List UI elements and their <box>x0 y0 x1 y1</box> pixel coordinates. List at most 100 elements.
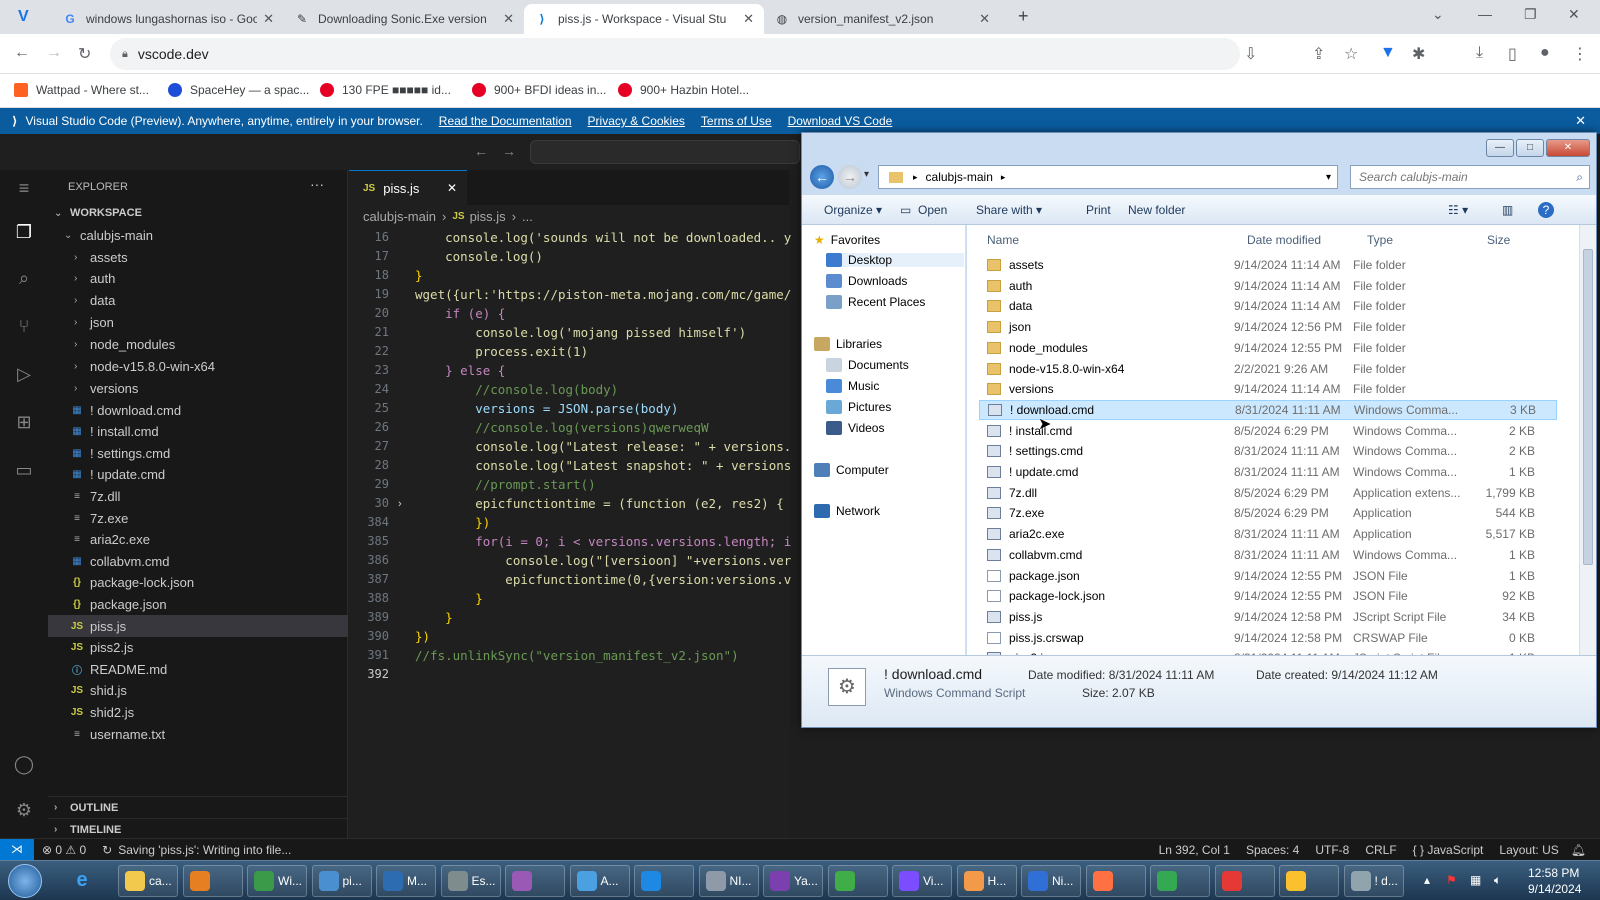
code-line[interactable]: console.log('mojang pissed himself') <box>415 325 795 340</box>
cursor-position[interactable]: Ln 392, Col 1 <box>1159 843 1230 857</box>
nav-computer[interactable]: Computer <box>814 463 889 477</box>
tree-file[interactable]: JS piss.js <box>48 615 348 637</box>
nav-desktop[interactable]: Desktop <box>826 253 964 267</box>
tree-file[interactable]: ▦ ! install.cmd <box>48 421 348 443</box>
nav-music[interactable]: Music <box>826 379 879 393</box>
taskbar-app[interactable] <box>634 865 694 897</box>
tree-file[interactable]: ≡ 7z.dll <box>48 485 348 507</box>
close-icon[interactable]: ✕ <box>263 11 274 27</box>
nav-libraries[interactable]: Libraries <box>814 337 882 351</box>
taskbar-app[interactable]: M... <box>376 865 436 897</box>
code-line[interactable]: //console.log(versions)qwerweqW <box>415 420 795 435</box>
nav-videos[interactable]: Videos <box>826 421 884 435</box>
volume-icon[interactable]: 🔈︎ <box>1494 873 1501 888</box>
bookmark-5[interactable]: 900+ Hazbin Hotel... <box>618 83 749 97</box>
clock-time[interactable]: 12:58 PM <box>1528 866 1579 880</box>
tree-file[interactable]: JS piss2.js <box>48 637 348 659</box>
file-row[interactable]: auth 9/14/2024 11:14 AM File folder <box>979 276 1557 296</box>
close-button[interactable]: ✕ <box>1546 139 1590 157</box>
tree-folder[interactable]: › node-v15.8.0-win-x64 <box>48 356 348 378</box>
code-line[interactable]: //fs.unlinkSync("version_manifest_v2.jso… <box>415 648 795 663</box>
remote-indicator[interactable]: ⋊ <box>0 839 34 860</box>
bookmark-3[interactable]: 130 FPE ■■■■■ id... <box>320 83 451 97</box>
indentation[interactable]: Spaces: 4 <box>1246 843 1299 857</box>
tree-file[interactable]: ▦ ! update.cmd <box>48 464 348 486</box>
code-line[interactable]: console.log('sounds will not be download… <box>415 230 795 245</box>
network-icon[interactable]: ▦ <box>1470 873 1481 887</box>
breadcrumb-symbol[interactable]: ... <box>522 209 533 224</box>
code-line[interactable]: if (e) { <box>415 306 795 321</box>
tree-file[interactable]: ≡ username.txt <box>48 723 348 745</box>
timeline-section[interactable]: › TIMELINE <box>48 818 348 840</box>
tab-search-icon[interactable]: ⌄ <box>1432 6 1444 23</box>
language-mode[interactable]: { } JavaScript <box>1413 843 1484 857</box>
keyboard-layout[interactable]: Layout: US <box>1499 843 1558 857</box>
code-line[interactable]: //prompt.start() <box>415 477 795 492</box>
bookmark-1[interactable]: Wattpad - Where st... <box>14 83 149 97</box>
help-icon[interactable]: ? <box>1538 202 1554 218</box>
code-line[interactable]: } <box>415 610 795 625</box>
code-line[interactable]: versions = JSON.parse(body) <box>415 401 795 416</box>
file-row[interactable]: versions 9/14/2024 11:14 AM File folder <box>979 379 1557 399</box>
nav-network[interactable]: Network <box>814 504 880 518</box>
nav-downloads[interactable]: Downloads <box>826 274 907 288</box>
line-endings[interactable]: CRLF <box>1365 843 1396 857</box>
download-vscode-link[interactable]: Download VS Code <box>788 114 893 128</box>
restore-icon[interactable]: ❐ <box>1524 6 1537 23</box>
forward-icon[interactable]: → <box>502 143 516 159</box>
taskbar-app[interactable] <box>1085 865 1146 897</box>
taskbar-app[interactable] <box>827 865 888 897</box>
forward-icon[interactable]: → <box>46 44 62 62</box>
taskbar-app[interactable] <box>1214 865 1275 897</box>
close-icon[interactable]: ✕ <box>503 11 514 27</box>
nav-pictures[interactable]: Pictures <box>826 400 891 414</box>
browser-tab-4[interactable]: ◍ version_manifest_v2.json ✕ <box>764 4 1000 34</box>
preview-pane-icon[interactable]: ▥ <box>1502 203 1513 217</box>
taskbar-app[interactable]: ca... <box>118 865 178 897</box>
flag-icon[interactable]: ⚑ <box>1446 873 1457 887</box>
file-row[interactable]: ! install.cmd 8/5/2024 6:29 PM Windows Com… <box>979 421 1557 441</box>
close-icon[interactable]: ✕ <box>743 11 754 27</box>
tree-file[interactable]: JS shid2.js <box>48 701 348 723</box>
file-row[interactable]: piss.js 9/14/2024 12:58 PM JScript Script … <box>979 607 1557 627</box>
taskbar-app[interactable]: Vi... <box>892 865 952 897</box>
maximize-button[interactable]: □ <box>1516 139 1544 157</box>
puzzle-icon[interactable]: ✱ <box>1412 44 1425 64</box>
install-icon[interactable]: ⇩ <box>1244 44 1257 64</box>
taskbar-app[interactable] <box>1150 865 1210 897</box>
dropdown-icon[interactable]: ▾ <box>1326 172 1331 183</box>
remote-explorer-icon[interactable]: ▭ <box>12 460 36 484</box>
bookmark-4[interactable]: 900+ BFDI ideas in... <box>472 83 606 97</box>
tree-file[interactable]: ▦ collabvm.cmd <box>48 550 348 572</box>
docs-link[interactable]: Read the Documentation <box>439 114 572 128</box>
close-icon[interactable]: ✕ <box>1575 113 1586 129</box>
bookmark-2[interactable]: SpaceHey — a spac... <box>168 83 309 97</box>
taskbar-app[interactable]: ! d... <box>1343 865 1404 897</box>
outline-section[interactable]: › OUTLINE <box>48 796 348 818</box>
tree-file[interactable]: ⓘ README.md <box>48 658 348 680</box>
close-icon[interactable]: ✕ <box>447 181 457 195</box>
tree-file[interactable]: ▦ ! download.cmd <box>48 399 348 421</box>
extension-icon[interactable]: ▼ <box>1380 44 1396 62</box>
file-row[interactable]: ! update.cmd 8/31/2024 11:11 AM Windows Co… <box>979 462 1557 482</box>
file-row[interactable]: json 9/14/2024 12:56 PM File folder <box>979 317 1557 337</box>
code-line[interactable]: epicfunctiontime(0,{version:versions.v <box>415 572 795 587</box>
menu-icon[interactable]: ⋮ <box>1572 44 1588 64</box>
star-icon[interactable]: ☆ <box>1344 44 1358 64</box>
browser-tab-2[interactable]: ✎ Downloading Sonic.Exe version ✕ <box>284 4 524 34</box>
code-line[interactable]: epicfunctiontime = (function (e2, res2) … <box>415 496 795 511</box>
back-icon[interactable]: ← <box>474 143 488 159</box>
minimize-button[interactable]: — <box>1486 139 1514 157</box>
code-line[interactable]: }) <box>415 629 795 644</box>
back-icon[interactable]: ← <box>14 44 30 62</box>
bell-icon[interactable]: 🔔︎ <box>1571 843 1586 857</box>
tree-folder[interactable]: › versions <box>48 377 348 399</box>
column-header-type[interactable]: Type <box>1367 233 1393 247</box>
minimize-icon[interactable]: — <box>1478 6 1492 22</box>
taskbar-app[interactable]: Wi... <box>247 865 307 897</box>
file-row[interactable]: node_modules 9/14/2024 12:55 PM File folde… <box>979 338 1557 358</box>
tree-file[interactable]: ≡ 7z.exe <box>48 507 348 529</box>
tree-file[interactable]: JS shid.js <box>48 680 348 702</box>
vivaldi-menu-icon[interactable]: V <box>18 8 29 26</box>
address-bar[interactable]: 🔒︎ vscode.dev <box>110 38 1240 70</box>
